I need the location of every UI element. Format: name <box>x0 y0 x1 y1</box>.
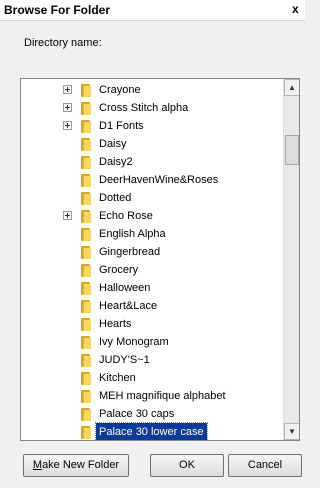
cancel-button[interactable]: Cancel <box>228 454 302 477</box>
folder-icon <box>81 336 91 349</box>
ok-button[interactable]: OK <box>150 454 224 477</box>
tree-item-label[interactable]: Ivy Monogram <box>97 333 171 351</box>
folder-icon <box>81 426 91 439</box>
tree-item-label[interactable]: Hearts <box>97 315 133 333</box>
tree-item[interactable]: Echo Rose <box>21 207 283 225</box>
folder-icon <box>81 192 91 205</box>
tree-item-label[interactable]: English Alpha <box>97 225 168 243</box>
expand-icon[interactable] <box>63 121 72 130</box>
make-new-folder-button[interactable]: Make New Folder <box>23 454 129 477</box>
expand-icon[interactable] <box>63 211 72 220</box>
tree-item-label[interactable]: D1 Fonts <box>97 117 146 135</box>
folder-icon <box>81 84 91 97</box>
tree-item-label[interactable]: Crayone <box>97 81 143 99</box>
folder-icon <box>81 246 91 259</box>
tree-item-label[interactable]: MEH magnifique alphabet <box>97 387 228 405</box>
tree-item[interactable]: D1 Fonts <box>21 117 283 135</box>
title-bar: Browse For Folder x <box>0 0 305 21</box>
scroll-thumb[interactable] <box>285 135 299 165</box>
tree-item-label[interactable]: JUDY'S~1 <box>97 351 152 369</box>
tree-item-label[interactable]: Cross Stitch alpha <box>97 99 190 117</box>
folder-icon <box>81 372 91 385</box>
folder-icon <box>81 210 91 223</box>
tree-item-label[interactable]: Palace 30 lower case <box>95 422 208 440</box>
tree-item-label[interactable]: Gingerbread <box>97 243 162 261</box>
tree-item[interactable]: Hearts <box>21 315 283 333</box>
folder-icon <box>81 264 91 277</box>
folder-icon <box>81 282 91 295</box>
tree-item[interactable]: Daisy2 <box>21 153 283 171</box>
folder-icon <box>81 120 91 133</box>
tree-item[interactable]: Grocery <box>21 261 283 279</box>
expand-icon[interactable] <box>63 103 72 112</box>
tree-item[interactable]: Ivy Monogram <box>21 333 283 351</box>
folder-tree[interactable]: Crayone Cross Stitch alpha D1 Fonts Daisy Da… <box>20 78 300 441</box>
tree-item-label[interactable]: Daisy <box>97 135 129 153</box>
tree-item[interactable]: Gingerbread <box>21 243 283 261</box>
scroll-down-button[interactable]: ▼ <box>284 423 299 440</box>
tree-item[interactable]: MEH magnifique alphabet <box>21 387 283 405</box>
tree-item[interactable]: Kitchen <box>21 369 283 387</box>
tree-item-label[interactable]: Heart&Lace <box>97 297 159 315</box>
tree-item[interactable]: Palace 30 lower case <box>21 422 283 440</box>
folder-icon <box>81 138 91 151</box>
folder-icon <box>81 102 91 115</box>
folder-icon <box>81 354 91 367</box>
tree-item[interactable]: Palace 30 caps <box>21 405 283 423</box>
folder-icon <box>81 408 91 421</box>
folder-icon <box>81 390 91 403</box>
folder-icon <box>81 174 91 187</box>
expand-icon[interactable] <box>63 85 72 94</box>
tree-item-label[interactable]: Halloween <box>97 279 152 297</box>
window-title: Browse For Folder <box>4 3 111 17</box>
folder-icon <box>81 318 91 331</box>
tree-item-label[interactable]: Daisy2 <box>97 153 135 171</box>
tree-item[interactable]: JUDY'S~1 <box>21 351 283 369</box>
folder-icon <box>81 228 91 241</box>
folder-icon <box>81 156 91 169</box>
tree-item[interactable]: Dotted <box>21 189 283 207</box>
tree-item-label[interactable]: Grocery <box>97 261 140 279</box>
tree-item-label[interactable]: Palace 30 caps <box>97 405 176 423</box>
tree-item[interactable]: Crayone <box>21 81 283 99</box>
tree-item-label[interactable]: DeerHavenWine&Roses <box>97 171 220 189</box>
folder-tree-list: Crayone Cross Stitch alpha D1 Fonts Daisy Da… <box>21 81 283 440</box>
folder-icon <box>81 300 91 313</box>
tree-item-label[interactable]: Kitchen <box>97 369 138 387</box>
tree-item[interactable]: DeerHavenWine&Roses <box>21 171 283 189</box>
tree-item[interactable]: English Alpha <box>21 225 283 243</box>
tree-item[interactable]: Heart&Lace <box>21 297 283 315</box>
scroll-up-button[interactable]: ▲ <box>284 79 299 96</box>
directory-name-label: Directory name: <box>24 37 102 49</box>
tree-item[interactable]: Cross Stitch alpha <box>21 99 283 117</box>
tree-item[interactable]: Halloween <box>21 279 283 297</box>
tree-item[interactable]: Daisy <box>21 135 283 153</box>
tree-item-label[interactable]: Dotted <box>97 189 133 207</box>
tree-item-label[interactable]: Echo Rose <box>97 207 155 225</box>
vertical-scrollbar[interactable]: ▲ ▼ <box>283 79 299 440</box>
close-icon[interactable]: x <box>292 2 305 16</box>
